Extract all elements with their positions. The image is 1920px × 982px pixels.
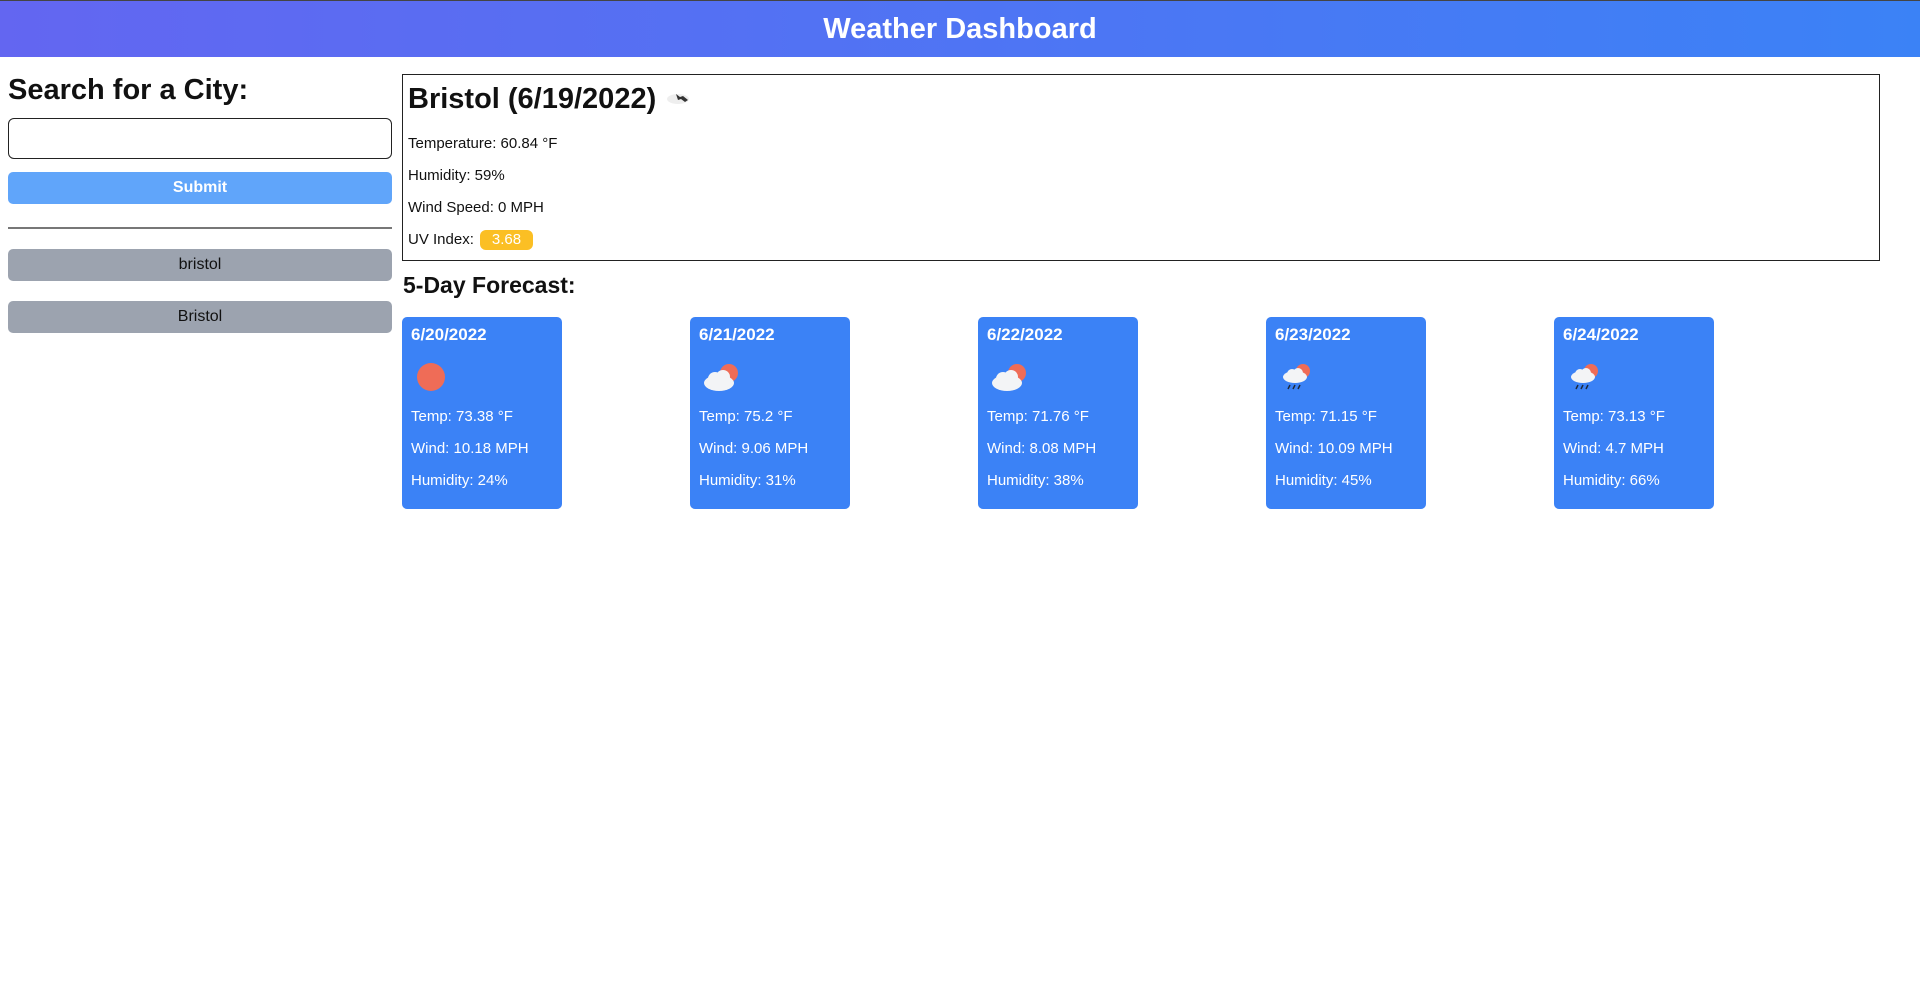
forecast-card: 6/21/2022 Temp: 75.2 °F Wind: 9.06 MPH H… [690, 317, 850, 509]
city-search-input[interactable] [8, 118, 392, 159]
uv-index-label: UV Index: [408, 231, 474, 248]
current-uv-row: UV Index: 3.68 [408, 224, 1874, 256]
uv-index-badge: 3.68 [479, 230, 534, 250]
forecast-card: 6/22/2022 Temp: 71.76 °F Wind: 8.08 MPH … [978, 317, 1138, 509]
submit-button[interactable]: Submit [8, 172, 392, 204]
forecast-date: 6/22/2022 [987, 325, 1063, 344]
search-heading: Search for a City: [8, 74, 249, 106]
forecast-humidity: Humidity: 38% [987, 472, 1084, 489]
forecast-card: 6/23/2022 Temp: 71.15 °F Wind: 10.09 MPH… [1266, 317, 1426, 509]
forecast-temp: Temp: 71.15 °F [1275, 408, 1377, 425]
forecast-row: 6/20/2022 Temp: 73.38 °F Wind: 10.18 MPH… [402, 317, 1880, 509]
forecast-date: 6/24/2022 [1563, 325, 1639, 344]
forecast-heading: 5-Day Forecast: [403, 272, 576, 298]
rain-cloud-icon [1571, 364, 1598, 390]
page-header: Weather Dashboard [0, 0, 1920, 57]
forecast-temp: Temp: 75.2 °F [699, 408, 793, 425]
forecast-humidity: Humidity: 66% [1563, 472, 1660, 489]
forecast-humidity: Humidity: 24% [411, 472, 508, 489]
partly-cloudy-icon [704, 364, 738, 391]
forecast-temp: Temp: 73.13 °F [1563, 408, 1665, 425]
forecast-card: 6/20/2022 Temp: 73.38 °F Wind: 10.18 MPH… [402, 317, 562, 509]
few-clouds-icon [667, 94, 690, 104]
forecast-temp: Temp: 71.76 °F [987, 408, 1089, 425]
current-wind-speed: Wind Speed: 0 MPH [408, 199, 544, 216]
forecast-temp: Temp: 73.38 °F [411, 408, 513, 425]
history-button-bristol[interactable]: Bristol [8, 301, 392, 333]
forecast-wind: Wind: 8.08 MPH [987, 440, 1097, 457]
sidebar-divider [8, 227, 392, 229]
forecast-wind: Wind: 10.18 MPH [411, 440, 529, 457]
forecast-wind: Wind: 9.06 MPH [699, 440, 809, 457]
search-sidebar: Search for a City: Submit bristol Bristo… [8, 70, 392, 333]
forecast-humidity: Humidity: 45% [1275, 472, 1372, 489]
partly-cloudy-icon [992, 364, 1026, 391]
sun-icon [417, 363, 445, 391]
forecast-wind: Wind: 10.09 MPH [1275, 440, 1393, 457]
forecast-wind: Wind: 4.7 MPH [1563, 440, 1664, 457]
rain-cloud-icon [1283, 364, 1310, 390]
current-weather-panel: Bristol (6/19/2022) Temperature: 60.84 °… [402, 74, 1880, 261]
forecast-date: 6/20/2022 [411, 325, 487, 344]
history-button-bristol-lower[interactable]: bristol [8, 249, 392, 281]
current-humidity: Humidity: 59% [408, 167, 505, 184]
page-title: Weather Dashboard [823, 12, 1097, 45]
current-city-title: Bristol (6/19/2022) [408, 82, 657, 115]
forecast-date: 6/21/2022 [699, 325, 775, 344]
forecast-card: 6/24/2022 Temp: 73.13 °F Wind: 4.7 MPH H… [1554, 317, 1714, 509]
forecast-humidity: Humidity: 31% [699, 472, 796, 489]
forecast-date: 6/23/2022 [1275, 325, 1351, 344]
current-temperature: Temperature: 60.84 °F [408, 135, 558, 152]
